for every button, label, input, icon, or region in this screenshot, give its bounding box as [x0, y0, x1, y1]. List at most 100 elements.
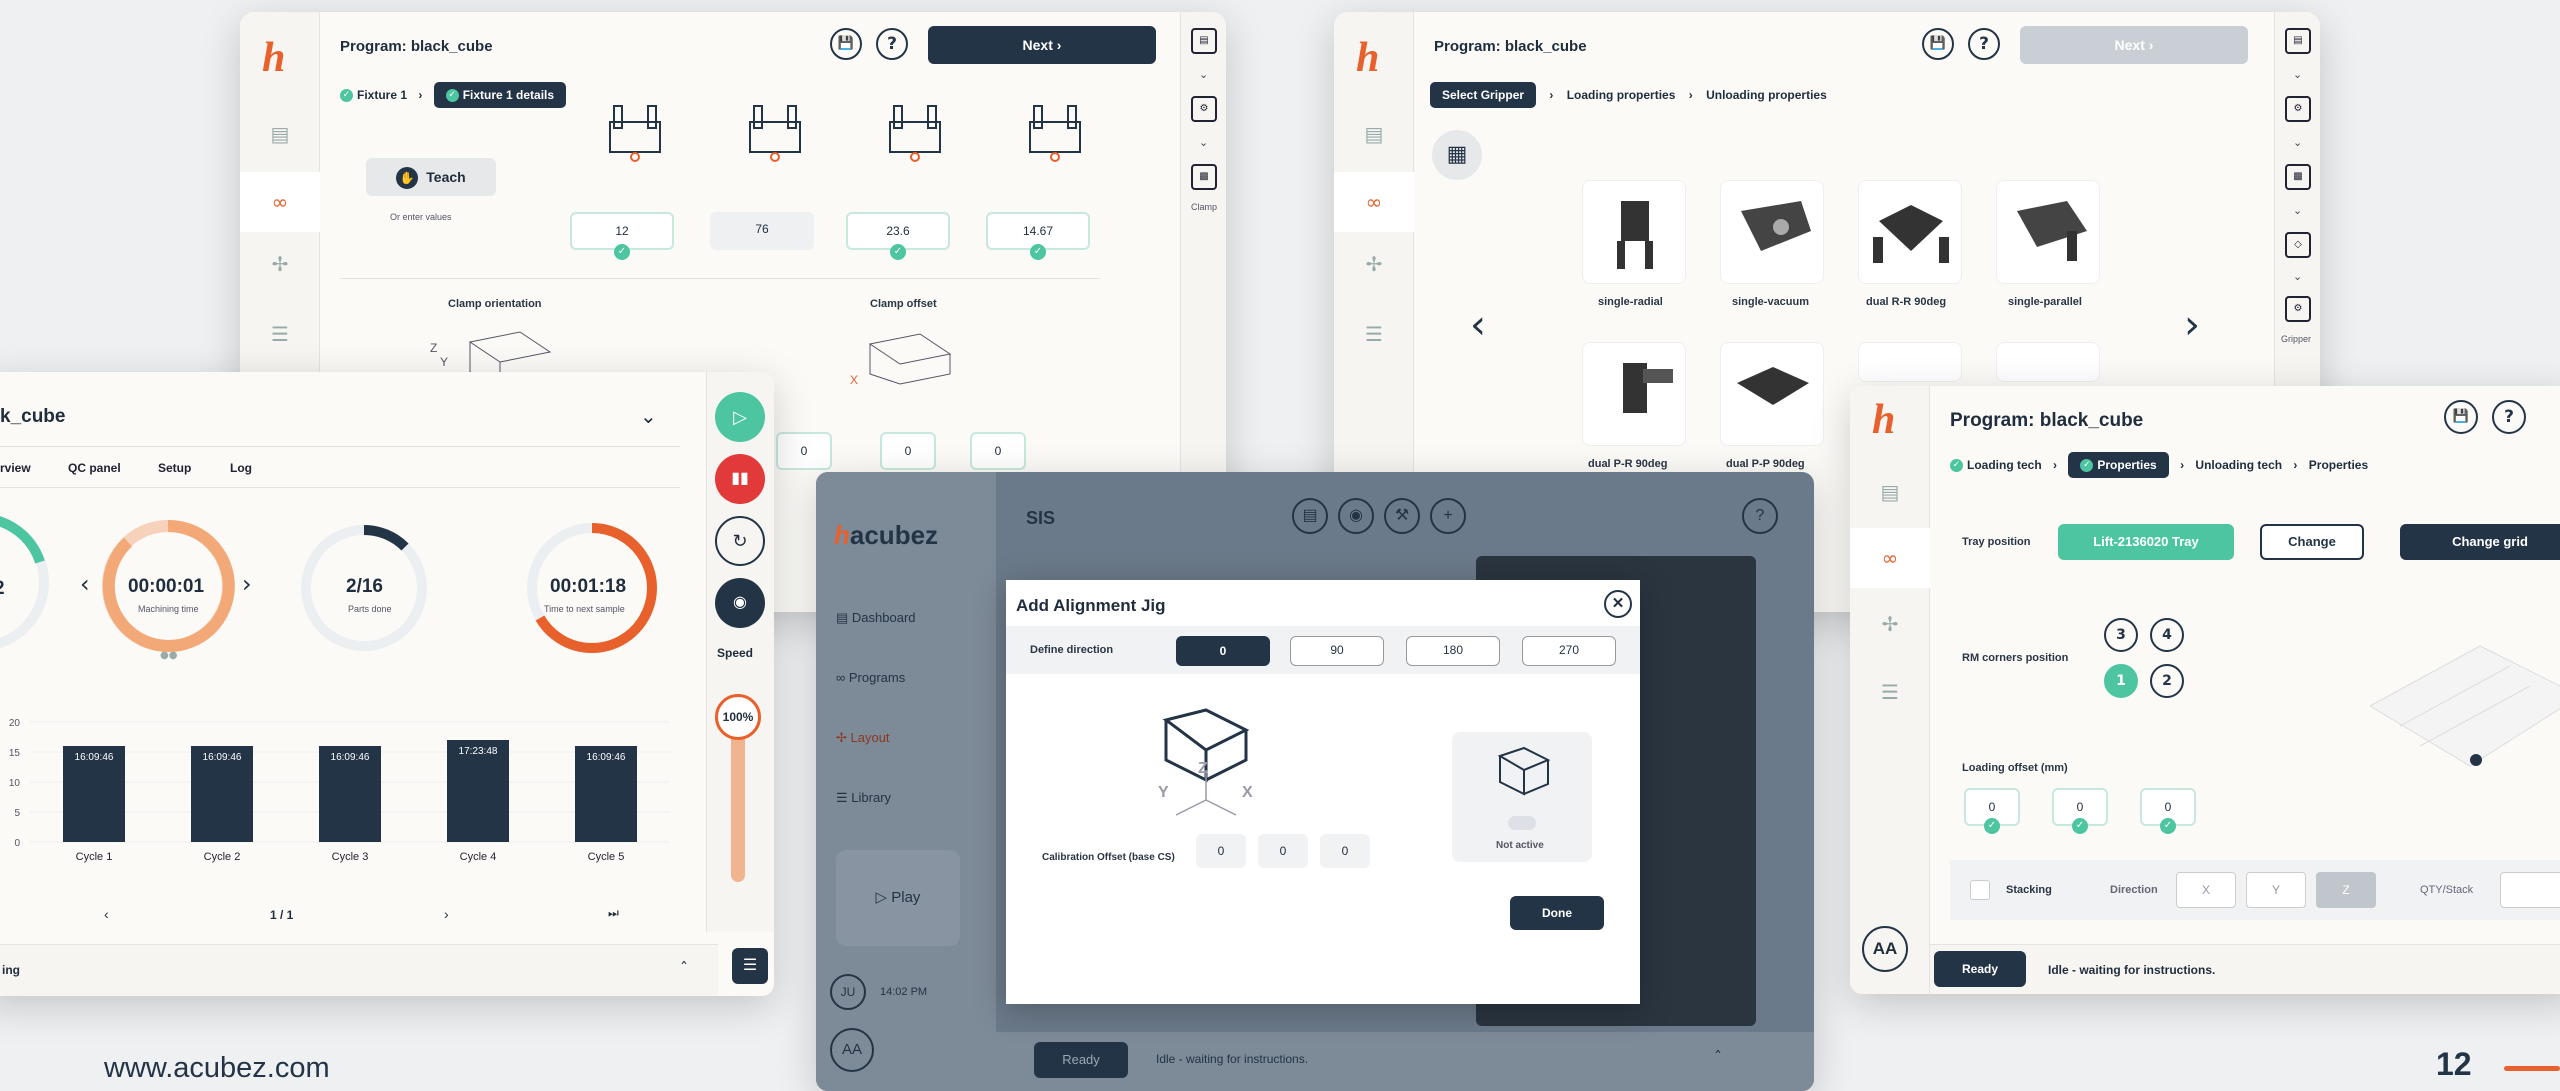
gripper-icon[interactable]: ⚙ — [1191, 96, 1217, 122]
puzzle-icon[interactable]: ✢ — [1878, 612, 1902, 636]
next-arrow-icon[interactable]: › — [2184, 302, 2200, 348]
account-avatar[interactable]: AA — [1862, 926, 1908, 972]
chevron-down-icon[interactable]: ⌄ — [640, 404, 657, 428]
tray-value[interactable]: Lift-2136020 Tray — [2058, 524, 2234, 560]
qty-stack-input[interactable] — [2500, 872, 2560, 908]
clamp-icon[interactable]: ▩ — [2285, 164, 2311, 190]
chart-icon[interactable]: ▤ — [1362, 122, 1386, 146]
speed-slider[interactable]: 100% — [715, 694, 761, 882]
direction-x[interactable]: X — [2176, 872, 2236, 908]
corner-1[interactable]: 1 — [2104, 664, 2138, 698]
toolbar-add-icon[interactable]: + — [1430, 498, 1466, 534]
crumb-unloading-properties[interactable]: Unloading properties — [1706, 88, 1827, 102]
crumb-fixture-details[interactable]: ✓ Fixture 1 details — [433, 82, 567, 109]
corner-4[interactable]: 4 — [2150, 618, 2184, 652]
save-icon[interactable]: 💾 — [2444, 400, 2478, 434]
clamp-icon[interactable]: ▩ — [1191, 164, 1217, 190]
direction-z[interactable]: Z — [2316, 872, 2376, 908]
direction-180[interactable]: 180 — [1406, 636, 1500, 666]
chevron-up-icon[interactable]: ˆ — [1714, 1048, 1722, 1067]
save-icon[interactable]: 💾 — [830, 28, 862, 60]
change-grid-button[interactable]: Change grid — [2400, 524, 2560, 560]
help-icon[interactable]: ? — [1968, 28, 2000, 60]
prev-arrow-icon[interactable]: ‹ — [1470, 302, 1486, 348]
puzzle-icon[interactable]: ✢ — [268, 252, 292, 276]
user-avatar[interactable]: JU — [830, 974, 866, 1010]
crumb-select-gripper[interactable]: Select Gripper — [1430, 82, 1537, 108]
direction-y[interactable]: Y — [2246, 872, 2306, 908]
direction-270[interactable]: 270 — [1522, 636, 1616, 666]
done-button[interactable]: Done — [1510, 896, 1604, 930]
toolbar-pin-icon[interactable]: ◉ — [1338, 498, 1374, 534]
settings-icon[interactable]: ☰ — [732, 948, 768, 984]
gripper-thumb-single-vacuum[interactable] — [1720, 180, 1824, 284]
menu-dashboard[interactable]: ▤ Dashboard — [836, 610, 916, 626]
offset-field-3[interactable]: 0 — [970, 432, 1026, 470]
list-icon[interactable]: ☰ — [1362, 322, 1386, 346]
crumb-loading-properties[interactable]: Loading properties — [1567, 88, 1676, 102]
direction-90[interactable]: 90 — [1290, 636, 1384, 666]
chart-icon[interactable]: ▤ — [268, 122, 292, 146]
next-button[interactable]: Next › — [928, 26, 1156, 64]
list-icon[interactable]: ☰ — [268, 322, 292, 346]
gripper-thumb-dual-r-r[interactable] — [1858, 180, 1962, 284]
gripper-thumb-partial[interactable] — [1996, 342, 2100, 382]
play-button[interactable]: ▷ — [715, 392, 765, 442]
tab-setup[interactable]: Setup — [158, 461, 191, 475]
infinity-icon[interactable]: ∞ — [1334, 172, 1414, 232]
pause-button[interactable]: ▮▮ — [715, 454, 765, 504]
crumb-loading-tech[interactable]: ✓ Loading tech — [1950, 458, 2042, 473]
gripper-thumb-single-parallel[interactable] — [1996, 180, 2100, 284]
next-arrow-icon[interactable]: › — [242, 570, 252, 598]
prev-arrow-icon[interactable]: ‹ — [80, 570, 90, 598]
close-icon[interactable]: ✕ — [1604, 590, 1632, 618]
menu-layout[interactable]: ✢ Layout — [836, 730, 890, 746]
grid-view-button[interactable]: ▦ — [1432, 130, 1482, 180]
stacking-checkbox[interactable] — [1970, 880, 1990, 900]
tab-log[interactable]: Log — [230, 461, 252, 475]
menu-library[interactable]: ☰ Library — [836, 790, 891, 806]
tab-qc-panel[interactable]: QC panel — [68, 461, 121, 475]
gripper-thumb-partial[interactable] — [1858, 342, 1962, 382]
infinity-icon[interactable]: ∞ — [1850, 528, 1930, 588]
reset-button[interactable]: ↻ — [715, 516, 765, 566]
gripper-thumb-single-radial[interactable] — [1582, 180, 1686, 284]
toolbar-book-icon[interactable]: ▤ — [1292, 498, 1328, 534]
crumb-properties-2[interactable]: Properties — [2309, 458, 2368, 472]
crumb-unloading-tech[interactable]: Unloading tech — [2195, 458, 2282, 472]
camera-button[interactable]: ◉ — [715, 578, 765, 628]
list-icon[interactable]: ☰ — [1878, 680, 1902, 704]
menu-programs[interactable]: ∞ Programs — [836, 670, 905, 685]
calib-field-z[interactable]: 0 — [1320, 834, 1370, 868]
corner-3[interactable]: 3 — [2104, 618, 2138, 652]
crumb-fixture[interactable]: ✓ Fixture 1 — [340, 88, 407, 103]
help-icon[interactable]: ? — [2492, 400, 2526, 434]
play-button[interactable]: ▷ Play — [836, 850, 960, 946]
gripper-icon[interactable]: ⚙ — [2285, 96, 2311, 122]
value-field-2[interactable]: 76 — [710, 212, 814, 250]
document-icon[interactable]: ▤ — [1191, 28, 1217, 54]
save-icon[interactable]: 💾 — [1922, 28, 1954, 60]
crumb-properties[interactable]: ✓ Properties — [2068, 452, 2169, 479]
calib-field-y[interactable]: 0 — [1258, 834, 1308, 868]
next-button[interactable]: Next › — [2020, 26, 2248, 64]
infinity-icon[interactable]: ∞ — [240, 172, 320, 232]
gripper-thumb-dual-p-p[interactable] — [1720, 342, 1824, 446]
part-icon[interactable]: ◇ — [2285, 232, 2311, 258]
toolbar-tools-icon[interactable]: ⚒ — [1384, 498, 1420, 534]
tab-overview[interactable]: rview — [0, 461, 31, 475]
gripper-thumb-dual-p-r[interactable] — [1582, 342, 1686, 446]
gripper-icon-2[interactable]: ⚙ — [2285, 296, 2311, 322]
last-page-icon[interactable]: ⏭ — [608, 906, 619, 921]
offset-field-1[interactable]: 0 — [776, 432, 832, 470]
account-avatar[interactable]: AA — [830, 1028, 874, 1072]
next-page-icon[interactable]: › — [444, 906, 449, 922]
help-icon[interactable]: ? — [1742, 498, 1778, 534]
calib-field-x[interactable]: 0 — [1196, 834, 1246, 868]
chevron-up-icon[interactable]: ˆ — [680, 959, 688, 978]
document-icon[interactable]: ▤ — [2285, 28, 2311, 54]
offset-field-2[interactable]: 0 — [880, 432, 936, 470]
help-icon[interactable]: ? — [876, 28, 908, 60]
direction-0[interactable]: 0 — [1176, 636, 1270, 666]
teach-button[interactable]: ✋ Teach — [366, 158, 496, 196]
